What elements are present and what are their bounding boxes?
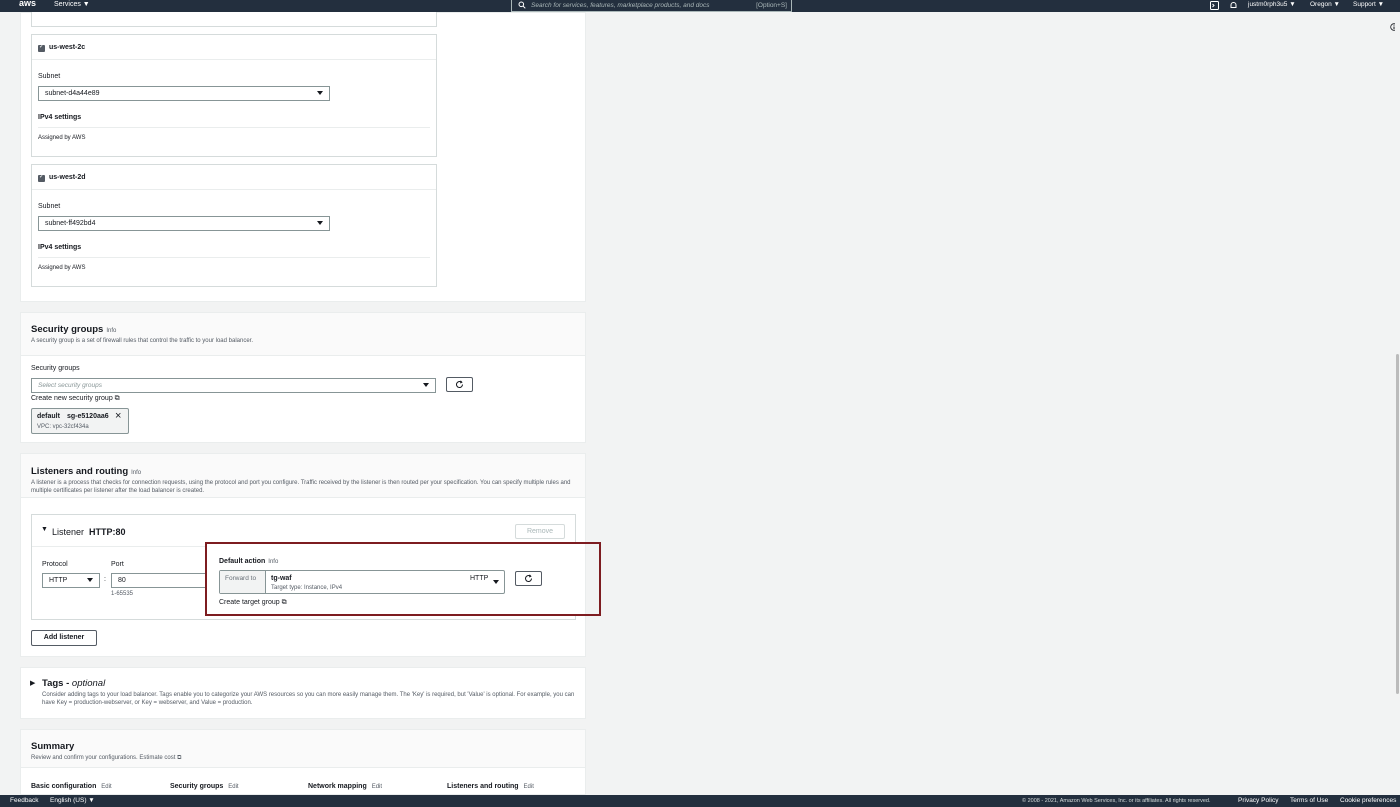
security-groups-panel: Security groups Info A security group is … <box>20 312 586 443</box>
security-group-token: default sg-e5120aa6 VPC: vpc-32cf434a × <box>31 408 129 434</box>
port-input[interactable]: 80 <box>111 573 211 588</box>
close-icon[interactable]: × <box>115 410 121 422</box>
ipv4-label: IPv4 settings <box>38 114 82 121</box>
divider <box>38 257 430 258</box>
info-link[interactable]: Info <box>131 470 141 476</box>
token-vpc: VPC: vpc-32cf434a <box>37 424 89 430</box>
edit-link[interactable]: Edit <box>524 784 534 790</box>
token-name: default <box>37 413 60 420</box>
panel-title: Security groups Info <box>31 324 117 335</box>
copyright: © 2008 - 2021, Amazon Web Services, Inc.… <box>1022 798 1211 804</box>
summary-column-title: Network mapping Edit <box>308 783 383 790</box>
caret-down-icon[interactable]: ▼ <box>41 526 48 533</box>
zone-card-previous <box>31 12 437 27</box>
search-placeholder: Search for services, features, marketpla… <box>531 2 710 9</box>
caret-down-icon <box>317 221 323 225</box>
terms-of-use-link[interactable]: Terms of Use <box>1290 797 1328 804</box>
port-value: 80 <box>118 577 126 584</box>
summary-description: Review and confirm your configurations. … <box>31 755 182 761</box>
external-link-icon: ⧉ <box>114 395 120 402</box>
summary-column-title: Security groups Edit <box>170 783 239 790</box>
security-groups-select[interactable]: Select security groups <box>31 378 436 393</box>
ipv4-value: Assigned by AWS <box>38 265 86 271</box>
port-hint: 1-65535 <box>111 591 134 597</box>
tags-title[interactable]: Tags - optional <box>42 678 105 689</box>
protocol-label: Protocol <box>42 561 68 568</box>
account-menu[interactable]: justm0rph3u5 ▼ <box>1248 1 1296 8</box>
edit-link[interactable]: Edit <box>101 784 111 790</box>
footer: Feedback English (US) ▼ © 2008 - 2021, A… <box>0 795 1400 807</box>
support-menu[interactable]: Support ▼ <box>1353 1 1384 8</box>
edit-link[interactable]: Edit <box>372 784 382 790</box>
subnet-value: subnet-ff492bd4 <box>45 220 96 227</box>
highlight-box <box>205 542 601 616</box>
caret-right-icon[interactable]: ▶ <box>30 679 35 687</box>
tags-panel: ▶ Tags - optional Consider adding tags t… <box>20 667 586 719</box>
scrollbar[interactable] <box>1395 14 1400 794</box>
tags-description: Consider adding tags to your load balanc… <box>42 692 575 706</box>
ipv4-label: IPv4 settings <box>38 244 82 251</box>
summary-title: Summary <box>31 741 75 752</box>
caret-down-icon <box>317 91 323 95</box>
subnet-label: Subnet <box>38 203 61 210</box>
divider <box>32 189 436 190</box>
cloudshell-icon[interactable] <box>1210 1 1219 10</box>
info-link[interactable]: Info <box>106 328 116 334</box>
caret-down-icon <box>423 383 429 387</box>
estimate-cost-link[interactable]: Estimate cost <box>139 755 175 761</box>
subnet-select-us-west-2c[interactable]: subnet-d4a44e89 <box>38 86 330 101</box>
panel-header: Security groups Info A security group is … <box>21 313 585 356</box>
scrollbar-thumb[interactable] <box>1396 354 1399 694</box>
divider <box>38 127 430 128</box>
language-menu[interactable]: English (US) ▼ <box>50 797 95 804</box>
refresh-icon <box>456 380 463 388</box>
subnet-select-us-west-2d[interactable]: subnet-ff492bd4 <box>38 216 330 231</box>
colon-separator: : <box>104 576 106 583</box>
caret-down-icon <box>87 578 93 582</box>
panel-header: Listeners and routing Info A listener is … <box>21 454 585 498</box>
zone-checkbox-us-west-2c[interactable] <box>38 43 45 52</box>
search-input[interactable]: Search for services, features, marketpla… <box>511 0 792 12</box>
refresh-security-groups-button[interactable] <box>446 377 473 392</box>
zone-name: us-west-2d <box>49 174 86 181</box>
select-placeholder: Select security groups <box>38 382 102 389</box>
divider <box>32 59 436 60</box>
port-label: Port <box>111 561 124 568</box>
protocol-select[interactable]: HTTP <box>42 573 100 588</box>
token-id: sg-e5120aa6 <box>67 413 109 420</box>
zone-card-us-west-2d: us-west-2d Subnet subnet-ff492bd4 IPv4 s… <box>31 164 437 287</box>
create-security-group-link[interactable]: Create new security group ⧉ <box>31 395 120 403</box>
feedback-link[interactable]: Feedback <box>10 797 39 804</box>
panel-description: A security group is a set of firewall ru… <box>31 338 254 344</box>
external-link-icon: ⧉ <box>177 755 182 761</box>
region-menu[interactable]: Oregon ▼ <box>1310 1 1340 8</box>
zone-name: us-west-2c <box>49 44 86 51</box>
subnet-label: Subnet <box>38 73 61 80</box>
panel-title: Listeners and routing Info <box>31 466 142 477</box>
field-label: Security groups <box>31 365 80 372</box>
summary-column-title: Listeners and routing Edit <box>447 783 534 790</box>
privacy-policy-link[interactable]: Privacy Policy <box>1238 797 1278 804</box>
subnet-value: subnet-d4a44e89 <box>45 90 100 97</box>
remove-listener-button[interactable]: Remove <box>515 524 565 539</box>
panel-description: A listener is a process that checks for … <box>31 480 571 494</box>
edit-link[interactable]: Edit <box>228 784 238 790</box>
panel-header: Summary Review and confirm your configur… <box>21 730 585 768</box>
cookie-preferences-link[interactable]: Cookie preferences <box>1340 797 1396 804</box>
listener-title: Listener HTTP:80 <box>52 527 126 537</box>
summary-column-title: Basic configuration Edit <box>31 783 112 790</box>
zone-card-us-west-2c: us-west-2c Subnet subnet-d4a44e89 IPv4 s… <box>31 34 437 157</box>
services-menu[interactable]: Services ▼ <box>54 1 90 8</box>
top-navigation: aws Services ▼ Search for services, feat… <box>0 0 1400 12</box>
summary-panel: Summary Review and confirm your configur… <box>20 729 586 795</box>
zone-checkbox-us-west-2d[interactable] <box>38 173 45 182</box>
search-shortcut: [Option+S] <box>756 2 787 9</box>
search-icon <box>518 1 526 9</box>
aws-logo[interactable]: aws <box>19 0 36 8</box>
protocol-value: HTTP <box>49 577 68 584</box>
add-listener-button[interactable]: Add listener <box>31 630 97 646</box>
ipv4-value: Assigned by AWS <box>38 135 86 141</box>
bell-icon[interactable] <box>1229 1 1238 10</box>
